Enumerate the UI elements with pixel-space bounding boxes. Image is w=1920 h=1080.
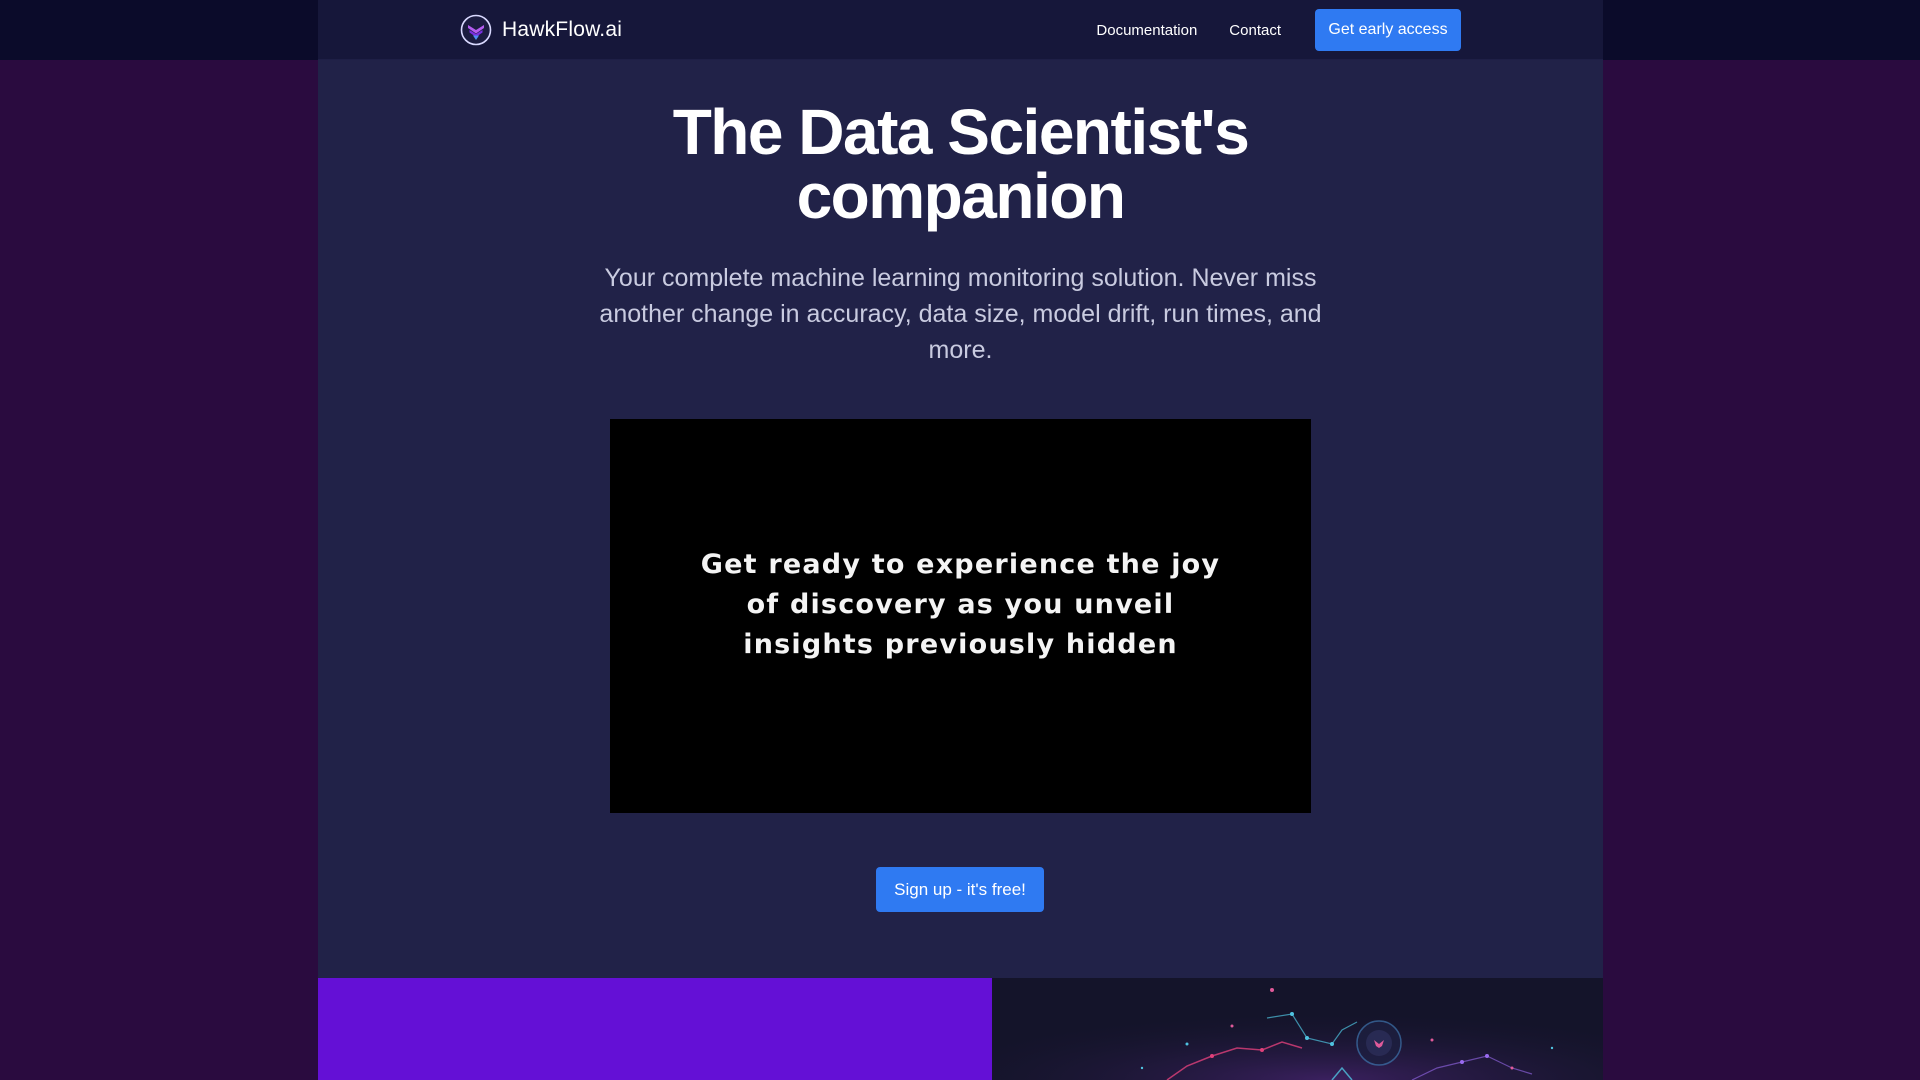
navbar: HawkFlow.ai Documentation Contact Get ea… — [318, 0, 1603, 60]
feature-panel-network-image — [992, 978, 1603, 1080]
hawk-logo-icon — [460, 14, 492, 46]
get-early-access-button[interactable]: Get early access — [1315, 9, 1461, 51]
hero-title: The Data Scientist's companion — [318, 100, 1603, 228]
hero-subtitle: Your complete machine learning monitorin… — [599, 264, 1322, 364]
page-container: HawkFlow.ai Documentation Contact Get ea… — [318, 0, 1603, 1080]
nav-documentation-link[interactable]: Documentation — [1096, 22, 1197, 39]
hero-title-line-1: The Data Scientist's — [672, 96, 1250, 168]
network-graph-illustration — [992, 978, 1603, 1080]
hero-title-line-2: companion — [796, 160, 1126, 232]
demo-video[interactable]: Get ready to experience the joy of disco… — [610, 419, 1311, 813]
video-caption: Get ready to experience the joy of disco… — [700, 549, 1221, 660]
brand-link[interactable]: HawkFlow.ai — [460, 12, 622, 48]
signup-button[interactable]: Sign up - it's free! — [876, 867, 1044, 912]
feature-panel-purple — [318, 978, 992, 1080]
nav-contact-link[interactable]: Contact — [1229, 22, 1281, 39]
nav-links: Documentation Contact Get early access — [1096, 0, 1461, 60]
brand-name: HawkFlow.ai — [502, 18, 623, 41]
